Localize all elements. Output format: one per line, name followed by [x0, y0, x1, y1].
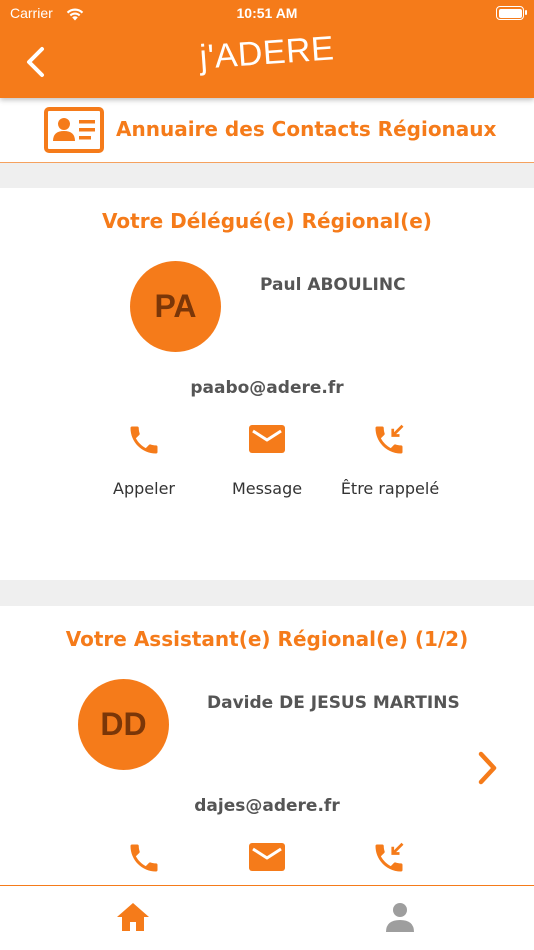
callback-button[interactable]	[371, 422, 407, 462]
tab-profile[interactable]	[384, 901, 416, 937]
contact-card-icon	[44, 107, 104, 157]
page-title: Annuaire des Contacts Régionaux	[116, 117, 497, 141]
mail-icon	[249, 843, 285, 871]
message-button[interactable]	[248, 422, 286, 460]
chevron-right-icon	[478, 751, 497, 785]
phone-icon	[130, 426, 158, 454]
callback-button[interactable]	[371, 840, 407, 880]
home-icon	[117, 903, 149, 931]
app-screen: Carrier 10:51 AM j'ADERE Annuaire des Co…	[0, 0, 534, 950]
section-divider	[0, 580, 534, 606]
call-button[interactable]	[126, 840, 162, 880]
delegate-section: Votre Délégué(e) Régional(e) PA Paul ABO…	[0, 188, 534, 580]
delegate-avatar: PA	[130, 261, 221, 352]
top-bar: Carrier 10:51 AM j'ADERE	[0, 0, 534, 98]
delegate-name: Paul ABOULINC	[260, 275, 406, 295]
tab-bar	[0, 885, 534, 950]
phone-callback-icon	[375, 424, 404, 454]
call-button[interactable]	[126, 422, 162, 462]
tab-home[interactable]	[115, 901, 151, 937]
assistant-section: Votre Assistant(e) Régional(e) (1/2) DD …	[0, 606, 534, 885]
phone-icon	[130, 844, 158, 872]
page-header: Annuaire des Contacts Régionaux	[0, 98, 534, 163]
delegate-section-title: Votre Délégué(e) Régional(e)	[102, 209, 432, 233]
assistant-section-title: Votre Assistant(e) Régional(e) (1/2)	[65, 627, 469, 651]
delegate-email[interactable]: paabo@adere.fr	[0, 378, 534, 398]
message-button[interactable]	[248, 840, 286, 878]
user-icon	[386, 903, 414, 932]
phone-callback-icon	[375, 842, 404, 872]
section-divider	[0, 163, 534, 188]
assistant-email[interactable]: dajes@adere.fr	[0, 796, 534, 816]
mail-icon	[249, 425, 285, 453]
next-assistant-button[interactable]	[474, 749, 500, 791]
status-time: 10:51 AM	[236, 5, 298, 21]
assistant-avatar: DD	[78, 679, 169, 770]
callback-label: Être rappelé	[340, 479, 440, 498]
assistant-name: Davide DE JESUS MARTINS	[207, 693, 460, 713]
